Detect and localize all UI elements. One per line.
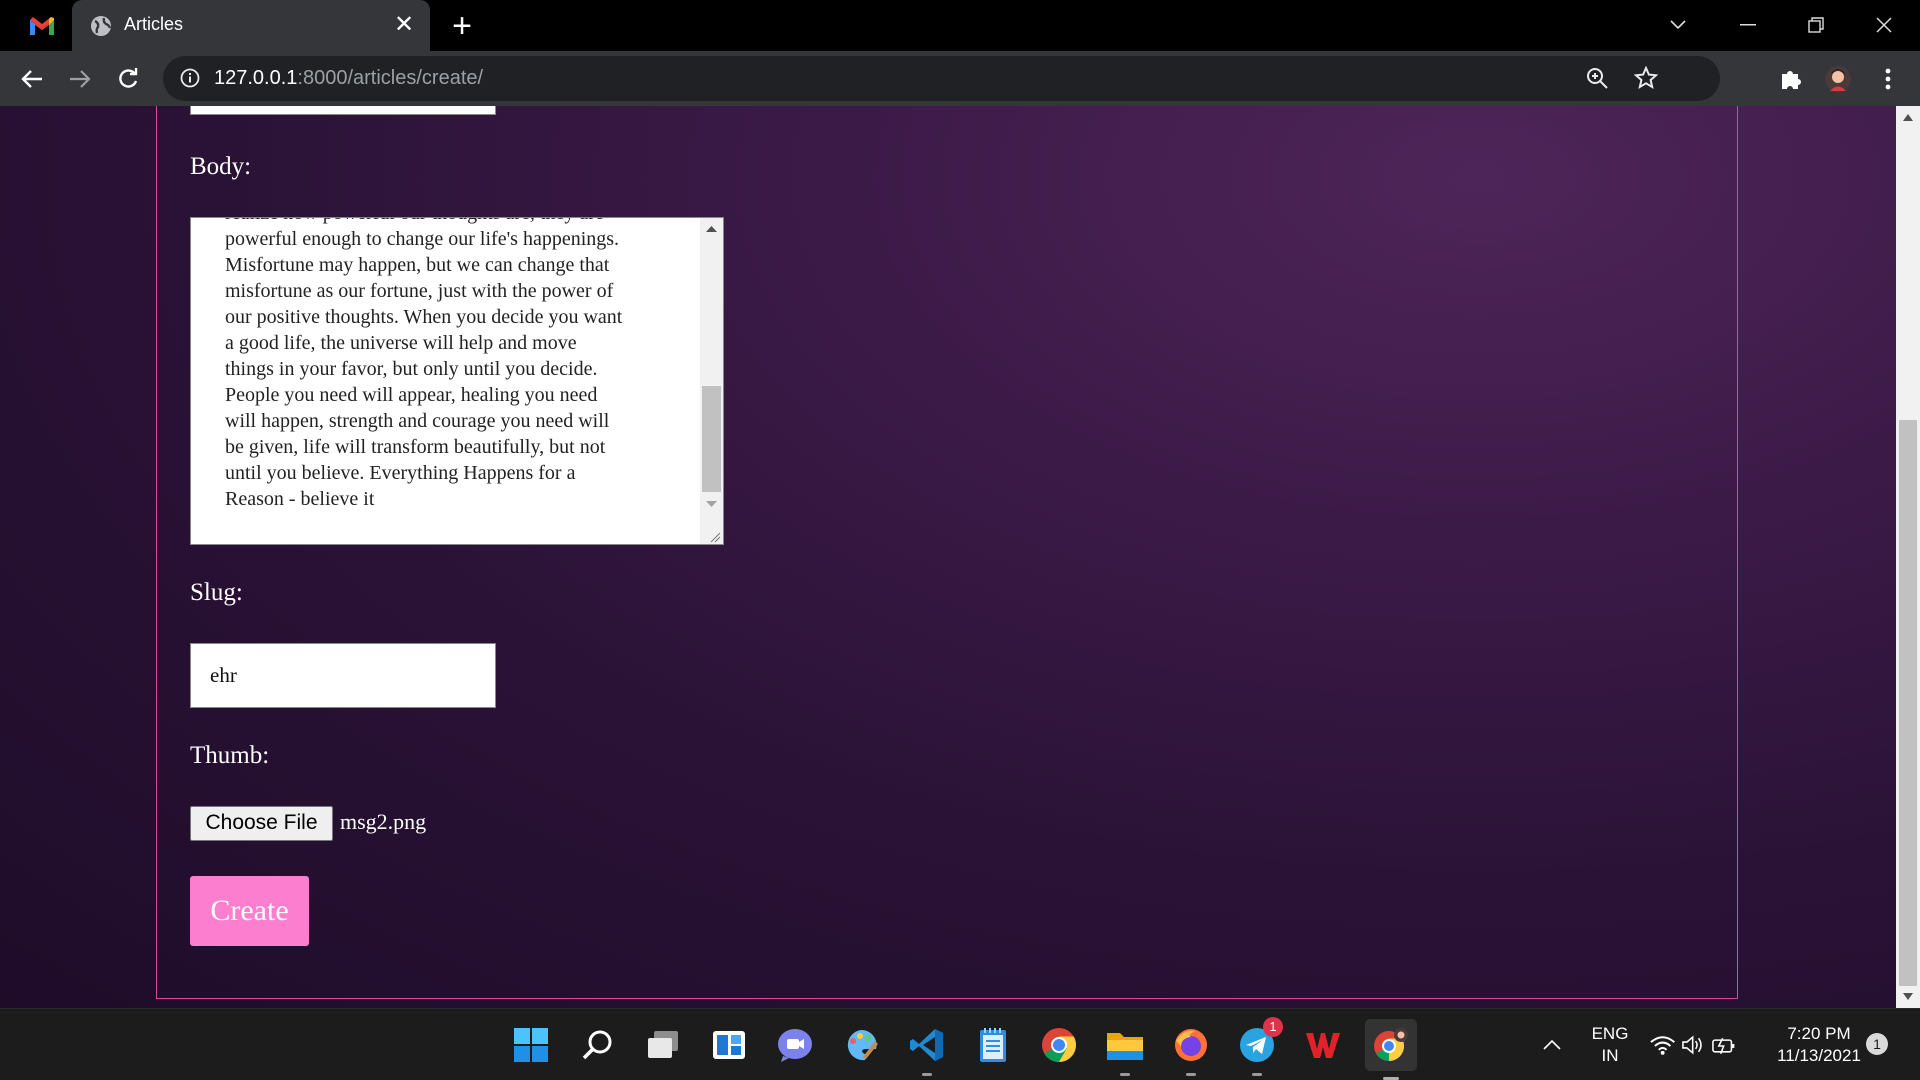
wps-office-icon[interactable]	[1301, 1023, 1345, 1067]
page-scroll-thumb[interactable]	[1899, 420, 1917, 986]
textarea-scroll-thumb[interactable]	[702, 386, 721, 492]
clock-time: 7:20 PM	[1787, 1024, 1851, 1043]
page-scroll-up-icon[interactable]	[1903, 114, 1913, 121]
bookmark-star-icon[interactable]	[1634, 66, 1658, 90]
running-indicator	[1186, 1073, 1196, 1076]
vscode-icon[interactable]	[905, 1023, 949, 1076]
gmail-icon	[30, 17, 54, 35]
firefox-icon[interactable]	[1169, 1023, 1213, 1076]
tab-search-chevron-icon[interactable]	[1650, 6, 1706, 44]
gmail-pinned-tab[interactable]	[18, 10, 66, 42]
paint-icon[interactable]	[839, 1023, 883, 1067]
chrome-icon[interactable]	[1037, 1023, 1081, 1067]
browser-tab-bar: Articles ✕ +	[0, 0, 1920, 51]
globe-icon	[91, 16, 112, 36]
profile-avatar-icon	[1825, 66, 1851, 92]
body-textarea[interactable]: realize how powerful our thoughts are, t…	[190, 217, 724, 545]
page-viewport: Body: realize how powerful our thoughts …	[0, 106, 1896, 1008]
language-indicator[interactable]: ENG IN	[1584, 1023, 1636, 1067]
choose-file-button[interactable]: Choose File	[190, 806, 333, 841]
site-info-icon[interactable]	[180, 68, 200, 88]
quick-settings-group[interactable]	[1650, 1023, 1736, 1067]
restore-icon[interactable]	[1788, 6, 1844, 44]
start-icon[interactable]	[509, 1023, 553, 1067]
back-arrow-icon[interactable]	[14, 61, 50, 97]
search-icon[interactable]	[575, 1023, 619, 1067]
more-menu-icon[interactable]	[1870, 61, 1906, 97]
notepad-icon[interactable]	[971, 1023, 1015, 1067]
tab-title: Articles	[124, 14, 184, 34]
profile-avatar[interactable]	[1820, 61, 1856, 97]
forward-arrow-icon[interactable]	[62, 61, 98, 97]
chrome-profile-icon[interactable]	[1365, 1019, 1417, 1080]
slug-input[interactable]: ehr	[190, 643, 496, 708]
scroll-up-arrow-icon[interactable]	[706, 225, 717, 233]
volume-icon	[1682, 1035, 1703, 1055]
url-host: 127.0.0.1	[214, 67, 298, 89]
reload-icon[interactable]	[110, 61, 146, 97]
title-input[interactable]	[190, 106, 496, 115]
body-label: Body:	[190, 153, 252, 180]
notification-count-badge[interactable]: 1	[1866, 1033, 1888, 1055]
browser-toolbar: 127.0.0.1:8000/articles/create/	[0, 51, 1920, 106]
page-scroll-down-icon[interactable]	[1903, 993, 1913, 1000]
thumb-label: Thumb:	[190, 742, 270, 769]
widgets-icon[interactable]	[707, 1023, 751, 1067]
body-text: realize how powerful our thoughts are, t…	[225, 218, 623, 510]
url-path: :8000/articles/create/	[297, 67, 484, 89]
file-explorer-icon[interactable]	[1103, 1023, 1147, 1076]
zoom-icon[interactable]	[1586, 67, 1608, 89]
running-indicator	[1252, 1073, 1262, 1076]
running-indicator	[922, 1073, 932, 1076]
slug-label: Slug:	[190, 579, 243, 606]
task-view-icon[interactable]	[641, 1023, 685, 1067]
url-text: 127.0.0.1:8000/articles/create/	[214, 67, 483, 90]
teams-chat-icon[interactable]	[773, 1023, 817, 1067]
clock-date: 11/13/2021	[1777, 1046, 1861, 1065]
address-bar[interactable]: 127.0.0.1:8000/articles/create/	[163, 56, 1720, 101]
language-top: ENG	[1591, 1024, 1629, 1043]
close-window-icon[interactable]	[1856, 6, 1912, 44]
extensions-icon[interactable]	[1772, 61, 1808, 97]
wifi-icon	[1650, 1036, 1675, 1055]
show-hidden-icons-chevron-icon[interactable]	[1532, 1023, 1572, 1067]
tab-articles[interactable]: Articles ✕	[72, 0, 430, 51]
textarea-scrollbar[interactable]	[700, 218, 723, 544]
page-scrollbar[interactable]	[1896, 106, 1920, 1008]
tab-close-icon[interactable]: ✕	[390, 11, 418, 39]
clock[interactable]: 7:20 PM 11/13/2021	[1764, 1023, 1874, 1067]
battery-charging-icon	[1711, 1037, 1735, 1055]
scroll-down-arrow-icon[interactable]	[706, 500, 717, 508]
resize-handle-icon[interactable]	[710, 532, 721, 543]
telegram-badge: 1	[1263, 1017, 1283, 1037]
telegram-icon[interactable]: 1	[1235, 1017, 1283, 1076]
running-indicator	[1120, 1073, 1130, 1076]
windows-taskbar: 1 ENG IN 7:20 PM 11/13/2021 1	[0, 1008, 1920, 1080]
new-tab-button[interactable]: +	[444, 8, 480, 44]
create-button[interactable]: Create	[190, 876, 309, 946]
language-bottom: IN	[1601, 1046, 1619, 1065]
minimize-icon[interactable]	[1720, 6, 1776, 44]
selected-file-name: msg2.png	[340, 809, 427, 834]
